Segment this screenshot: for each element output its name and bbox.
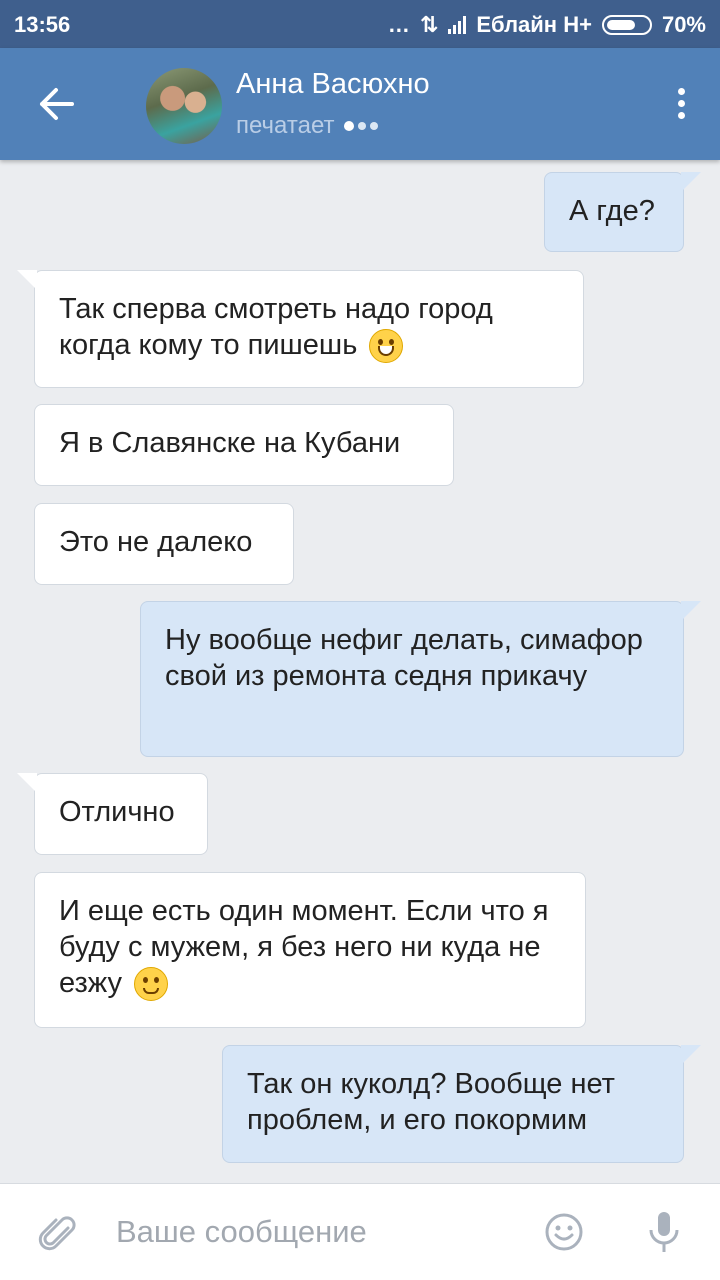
message-text: А где? (569, 195, 655, 227)
status-bar: 13:56 … ⇅ Еблайн Н+ 70% (0, 0, 720, 48)
message-bubble-incoming[interactable]: Это не далеко (34, 503, 294, 585)
more-dots-icon: … (387, 12, 410, 37)
battery-icon (601, 15, 652, 35)
data-transfer-icon: ⇅ (419, 12, 439, 37)
overflow-menu-icon[interactable] (678, 88, 688, 119)
typing-label: печатает (236, 112, 335, 139)
message-bubble-outgoing[interactable]: А где? (544, 172, 701, 252)
carrier-label: Еблайн Н+ (476, 12, 592, 37)
contact-avatar[interactable] (146, 68, 222, 144)
message-text: Ну вообще нефиг делать, симафор свой из … (165, 624, 643, 692)
message-text: Так сперва смотреть надо город когда ком… (59, 293, 493, 361)
winking-face-emoji-icon (134, 967, 169, 1002)
contact-name[interactable]: Анна Васюхно (236, 68, 430, 101)
attachment-clip-icon[interactable] (38, 1214, 78, 1254)
message-text: Это не далеко (59, 526, 253, 558)
microphone-icon[interactable] (646, 1210, 682, 1254)
message-text: Я в Славянске на Кубани (59, 427, 401, 459)
message-bubble-outgoing[interactable]: Так он куколд? Вообще нет проблем, и его… (222, 1045, 701, 1163)
message-text: Так он куколд? Вообще нет проблем, и его… (247, 1068, 615, 1136)
message-bubble-outgoing[interactable]: Ну вообще нефиг делать, симафор свой из … (140, 601, 701, 757)
typing-dots-icon (344, 121, 379, 131)
message-input[interactable]: Ваше сообщение (116, 1214, 367, 1250)
grinning-face-emoji-icon (369, 329, 404, 364)
back-arrow-icon[interactable] (34, 84, 78, 124)
emoji-smile-icon[interactable] (544, 1212, 584, 1252)
message-text: Отлично (59, 796, 175, 828)
message-bubble-incoming[interactable]: И еще есть один момент. Если что я буду … (34, 872, 586, 1028)
status-time: 13:56 (14, 12, 71, 37)
message-bubble-incoming[interactable]: Отлично (17, 773, 208, 855)
chat-header: Анна Васюхно печатает (0, 48, 720, 160)
message-bubble-incoming[interactable]: Я в Славянске на Кубани (34, 404, 454, 486)
message-composer: Ваше сообщение (0, 1183, 720, 1280)
message-bubble-incoming[interactable]: Так сперва смотреть надо город когда ком… (17, 270, 584, 388)
status-indicators: … ⇅ Еблайн Н+ 70% (388, 12, 706, 38)
signal-icon (448, 16, 467, 34)
message-text: И еще есть один момент. Если что я буду … (59, 895, 549, 999)
typing-status: печатает (236, 112, 379, 140)
battery-label: 70% (661, 12, 706, 37)
